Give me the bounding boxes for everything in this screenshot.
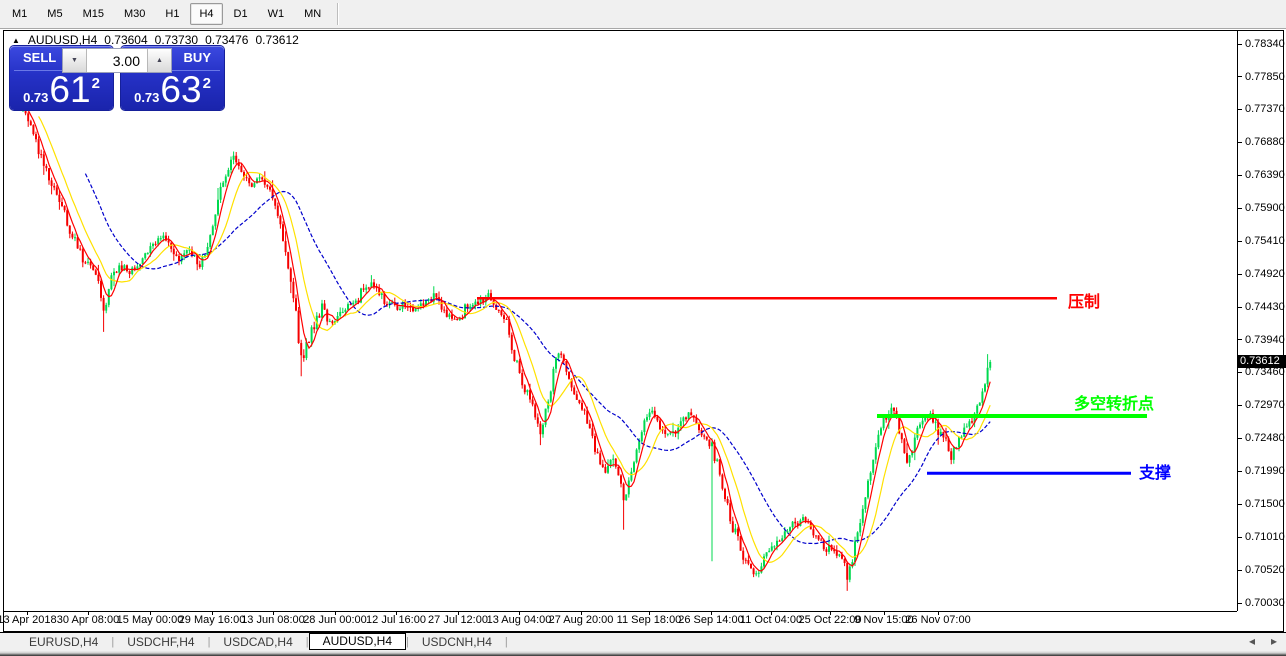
price-tick [1238, 175, 1242, 176]
price-axis-label: 0.77370 [1245, 103, 1285, 115]
chart-tab-audusd[interactable]: AUDUSD,H4 [309, 633, 406, 650]
sell-price-sup: 2 [92, 75, 100, 92]
price-tick [1238, 372, 1242, 373]
timeframe-button-w1[interactable]: W1 [259, 3, 294, 25]
timeframe-button-m15[interactable]: M15 [74, 3, 113, 25]
price-axis-label: 0.70030 [1245, 597, 1285, 609]
sell-price: 0.73 61 2 [10, 72, 113, 108]
chart-window [3, 30, 1284, 632]
price-tick [1238, 405, 1242, 406]
chart-tab-eurusd[interactable]: EURUSD,H4 [16, 634, 111, 651]
timeframe-button-d1[interactable]: D1 [225, 3, 257, 25]
price-axis-label: 0.70520 [1245, 564, 1285, 576]
volume-decrease-button[interactable]: ▼ [63, 49, 87, 72]
chart-symbol-period: AUDUSD,H4 [28, 33, 97, 47]
tab-separator: | [505, 636, 508, 648]
price-tick [1238, 44, 1242, 45]
one-click-trading-panel: SELL 0.73 61 2 BUY 0.73 63 2 ▼ 3.00 ▲ [10, 46, 224, 110]
timeframe-button-h1[interactable]: H1 [156, 3, 188, 25]
timeframe-button-h4[interactable]: H4 [190, 3, 222, 25]
sell-label: SELL [23, 50, 56, 65]
price-axis-label: 0.78340 [1245, 38, 1285, 50]
chevron-up-icon: ▲ [156, 57, 163, 64]
ohlc-open: 0.73604 [104, 33, 147, 47]
chart-tab-usdcnh[interactable]: USDCNH,H4 [409, 634, 505, 651]
sell-price-big: 61 [49, 72, 90, 108]
price-axis-label: 0.75900 [1245, 202, 1285, 214]
price-tick [1238, 274, 1242, 275]
ohlc-high: 0.73730 [155, 33, 198, 47]
pivot-line-label[interactable]: 多空转折点 [1074, 390, 1154, 414]
tab-scroll-right-icon[interactable]: ▸ [1268, 634, 1280, 648]
collapse-icon[interactable]: ▲ [12, 36, 20, 45]
price-tick [1238, 570, 1242, 571]
chart-header: ▲ AUDUSD,H4 0.73604 0.73730 0.73476 0.73… [12, 33, 299, 47]
price-tick [1238, 339, 1242, 340]
price-tick [1238, 438, 1242, 439]
price-axis-label: 0.76880 [1245, 136, 1285, 148]
price-tick [1238, 504, 1242, 505]
price-axis-label: 0.71990 [1245, 465, 1285, 477]
volume-stepper: ▼ 3.00 ▲ [62, 48, 172, 73]
chart-tab-bar: EURUSD,H4|USDCHF,H4|USDCAD,H4|AUDUSD,H4|… [0, 632, 1286, 651]
timeframe-button-m30[interactable]: M30 [115, 3, 154, 25]
volume-value[interactable]: 3.00 [87, 49, 147, 72]
price-tick [1238, 241, 1242, 242]
tab-scroll-arrows: ◂ ▸ [1246, 634, 1280, 648]
resistance-line-label[interactable]: 压制 [1068, 288, 1100, 312]
metatrader-window: M1M5M15M30H1H4D1W1MN ▲ AUDUSD,H4 0.73604… [0, 0, 1286, 656]
price-axis-label: 0.73940 [1245, 334, 1285, 346]
price-axis-label: 0.75410 [1245, 235, 1285, 247]
buy-price-prefix: 0.73 [134, 90, 159, 105]
price-tick [1238, 76, 1242, 77]
status-strip [0, 651, 1286, 656]
price-tick [1238, 537, 1242, 538]
timeframe-button-m5[interactable]: M5 [38, 3, 71, 25]
chart-tab-usdcad[interactable]: USDCAD,H4 [210, 634, 305, 651]
price-tick [1238, 603, 1242, 604]
price-tick [1238, 109, 1242, 110]
price-axis-separator [1237, 31, 1238, 611]
price-axis-label: 0.73460 [1245, 366, 1285, 378]
timeframe-button-m1[interactable]: M1 [3, 3, 36, 25]
price-tick [1238, 208, 1242, 209]
time-axis-separator [4, 611, 1237, 612]
ohlc-low: 0.73476 [205, 33, 248, 47]
timeframe-toolbar: M1M5M15M30H1H4D1W1MN [0, 0, 1286, 29]
buy-label: BUY [184, 50, 211, 65]
price-axis-label: 0.74430 [1245, 301, 1285, 313]
volume-increase-button[interactable]: ▲ [147, 49, 171, 72]
price-axis-label: 0.74920 [1245, 268, 1285, 280]
sell-price-prefix: 0.73 [23, 90, 48, 105]
timeframe-button-mn[interactable]: MN [295, 3, 330, 25]
tab-scroll-left-icon[interactable]: ◂ [1246, 634, 1258, 648]
price-axis-label: 0.71500 [1245, 498, 1285, 510]
ohlc-close: 0.73612 [255, 33, 298, 47]
price-tick [1238, 307, 1242, 308]
current-price-tag: 0.73612 [1238, 355, 1286, 368]
price-axis-label: 0.72970 [1245, 399, 1285, 411]
buy-price: 0.73 63 2 [121, 72, 224, 108]
buy-price-big: 63 [160, 72, 201, 108]
chevron-down-icon: ▼ [71, 57, 78, 64]
time-axis-label: 26 Nov 07:00 [896, 614, 980, 626]
price-axis-label: 0.77850 [1245, 71, 1285, 83]
support-line-label[interactable]: 支撑 [1139, 459, 1171, 483]
price-axis-label: 0.72480 [1245, 432, 1285, 444]
chart-tab-usdchf[interactable]: USDCHF,H4 [114, 634, 207, 651]
toolbar-separator [337, 3, 339, 25]
price-tick [1238, 142, 1242, 143]
price-axis-label: 0.71010 [1245, 531, 1285, 543]
price-axis-label: 0.76390 [1245, 169, 1285, 181]
price-tick [1238, 471, 1242, 472]
buy-price-sup: 2 [203, 75, 211, 92]
